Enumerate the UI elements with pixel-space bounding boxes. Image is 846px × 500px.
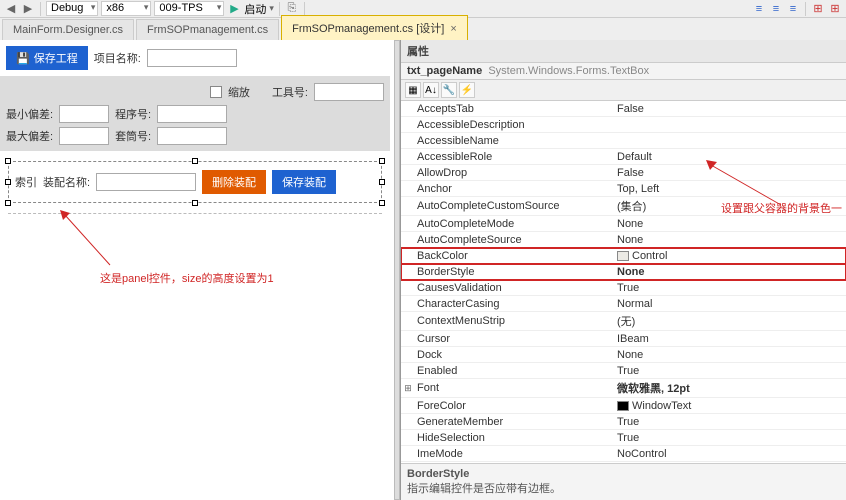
- save-assembly-button[interactable]: 保存装配: [272, 170, 336, 194]
- minoffset-label: 最小偏差:: [6, 106, 53, 122]
- save-project-button[interactable]: 💾保存工程: [6, 46, 88, 70]
- properties-title: 属性: [401, 40, 846, 63]
- run-label[interactable]: 启动: [244, 1, 266, 17]
- align-icon[interactable]: ≡: [752, 2, 766, 16]
- form-gray-panel: 缩放 工具号: 最小偏差: 程序号: 最大偏差: 套筒号:: [0, 77, 390, 151]
- property-row-generatemember[interactable]: GenerateMemberTrue: [401, 414, 846, 430]
- property-row-anchor[interactable]: AnchorTop, Left: [401, 181, 846, 197]
- annotation-panel-note: 这是panel控件，size的高度设置为1: [100, 270, 274, 286]
- document-tabs: MainForm.Designer.cs FrmSOPmanagement.cs…: [0, 18, 846, 40]
- property-grid[interactable]: AcceptsTabFalseAccessibleDescriptionAcce…: [401, 101, 846, 463]
- property-toolbar: ▦ A↓ 🔧 ⚡: [401, 80, 846, 101]
- sleeveno-input[interactable]: [157, 127, 227, 145]
- spacing-icon[interactable]: ⊞: [828, 2, 842, 16]
- properties-icon[interactable]: 🔧: [441, 82, 457, 98]
- property-row-cursor[interactable]: CursorIBeam: [401, 331, 846, 347]
- spacing-icon[interactable]: ⊞: [811, 2, 825, 16]
- config-debug-dropdown[interactable]: Debug: [46, 1, 98, 16]
- zoom-checkbox[interactable]: [210, 86, 222, 98]
- project-name-input[interactable]: [147, 49, 237, 67]
- tab-frmsop-cs[interactable]: FrmSOPmanagement.cs: [136, 19, 279, 40]
- toolno-input[interactable]: [314, 83, 384, 101]
- property-row-accessibledescription[interactable]: AccessibleDescription: [401, 117, 846, 133]
- programno-label: 程序号:: [115, 106, 151, 122]
- tool-icon[interactable]: ⎘: [285, 2, 299, 16]
- property-row-hideselection[interactable]: HideSelectionTrue: [401, 430, 846, 446]
- events-icon[interactable]: ⚡: [459, 82, 475, 98]
- property-row-accessiblename[interactable]: AccessibleName: [401, 133, 846, 149]
- property-row-borderstyle[interactable]: BorderStyleNone: [401, 264, 846, 280]
- categorized-icon[interactable]: ▦: [405, 82, 421, 98]
- property-row-dock[interactable]: DockNone: [401, 347, 846, 363]
- toolno-label: 工具号:: [272, 84, 308, 100]
- assembly-name-input[interactable]: [96, 173, 196, 191]
- tab-mainform-designer[interactable]: MainForm.Designer.cs: [2, 19, 134, 40]
- property-row-autocompletemode[interactable]: AutoCompleteModeNone: [401, 216, 846, 232]
- play-icon[interactable]: ▶: [227, 2, 241, 16]
- property-row-forecolor[interactable]: ForeColorWindowText: [401, 398, 846, 414]
- property-row-acceptstab[interactable]: AcceptsTabFalse: [401, 101, 846, 117]
- maxoffset-input[interactable]: [59, 127, 109, 145]
- align-icon[interactable]: ≡: [786, 2, 800, 16]
- delete-assembly-button[interactable]: 删除装配: [202, 170, 266, 194]
- property-row-causesvalidation[interactable]: CausesValidationTrue: [401, 280, 846, 296]
- programno-input[interactable]: [157, 105, 227, 123]
- zoom-label: 缩放: [228, 84, 250, 100]
- property-row-imemode[interactable]: ImeModeNoControl: [401, 446, 846, 462]
- property-row-accessiblerole[interactable]: AccessibleRoleDefault: [401, 149, 846, 165]
- minoffset-input[interactable]: [59, 105, 109, 123]
- project-name-label: 项目名称:: [94, 50, 141, 66]
- property-row-font[interactable]: ⊞Font微软雅黑, 12pt: [401, 379, 846, 398]
- tab-frmsop-design[interactable]: FrmSOPmanagement.cs [设计]×: [281, 15, 468, 40]
- selected-object[interactable]: txt_pageName System.Windows.Forms.TextBo…: [401, 63, 846, 80]
- property-row-autocompletesource[interactable]: AutoCompleteSourceNone: [401, 232, 846, 248]
- assembly-name-label: 装配名称:: [43, 174, 90, 190]
- property-row-enabled[interactable]: EnabledTrue: [401, 363, 846, 379]
- property-row-backcolor[interactable]: BackColorControl: [401, 248, 846, 264]
- alphabetical-icon[interactable]: A↓: [423, 82, 439, 98]
- index-label: 索引: [15, 174, 37, 190]
- nav-back-icon[interactable]: ◀: [4, 2, 18, 16]
- maxoffset-label: 最大偏差:: [6, 128, 53, 144]
- align-icon[interactable]: ≡: [769, 2, 783, 16]
- sleeveno-label: 套筒号:: [115, 128, 151, 144]
- property-description: BorderStyle 指示编辑控件是否应带有边框。: [401, 463, 846, 500]
- close-icon[interactable]: ×: [450, 23, 456, 35]
- config-platform-dropdown[interactable]: x86: [101, 1, 151, 16]
- selected-control-wrapper[interactable]: 索引 装配名称: 删除装配 保存装配: [8, 161, 382, 203]
- nav-fwd-icon[interactable]: ▶: [21, 2, 35, 16]
- properties-panel: 属性 txt_pageName System.Windows.Forms.Tex…: [400, 40, 846, 500]
- property-row-charactercasing[interactable]: CharacterCasingNormal: [401, 296, 846, 312]
- annotation-bg-note: 设置跟父容器的背景色一: [721, 200, 842, 216]
- designer-surface[interactable]: 💾保存工程 项目名称: 缩放 工具号: 最小偏差: 程序号:: [0, 40, 400, 500]
- property-row-allowdrop[interactable]: AllowDropFalse: [401, 165, 846, 181]
- project-dropdown[interactable]: 009-TPS: [154, 1, 224, 16]
- splitter[interactable]: [394, 40, 400, 500]
- property-row-contextmenustrip[interactable]: ContextMenuStrip(无): [401, 312, 846, 331]
